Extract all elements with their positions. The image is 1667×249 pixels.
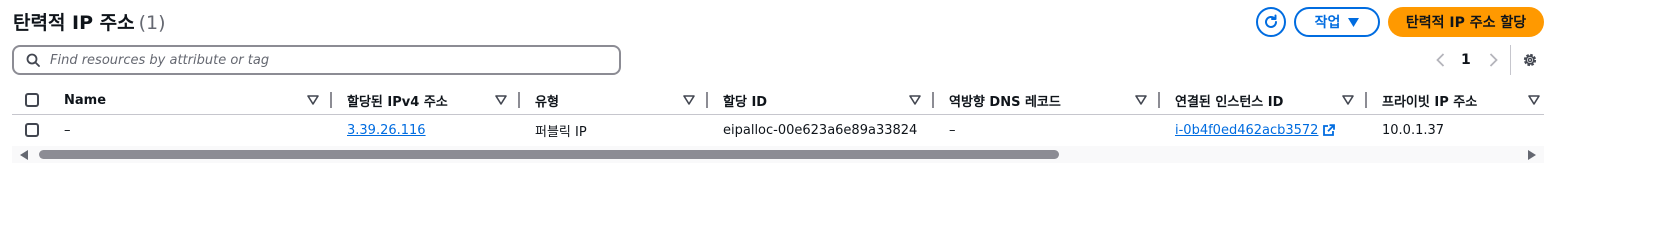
- cell-reverse-dns: –: [949, 122, 956, 138]
- column-resize-handle[interactable]: [518, 92, 520, 108]
- gear-icon[interactable]: [1521, 51, 1539, 69]
- horizontal-scrollbar[interactable]: [12, 146, 1544, 163]
- instance-id-link[interactable]: i-0b4f0ed462acb3572: [1175, 123, 1318, 138]
- page-title: 탄력적 IP 주소 (1): [13, 8, 166, 35]
- actions-dropdown-button[interactable]: 작업: [1294, 7, 1380, 37]
- column-resize-handle[interactable]: [706, 92, 708, 108]
- table-header-row: Name 할당된 IPv4 주소 유형 할당 ID 역방향 DNS 레코드 연결…: [12, 87, 1544, 115]
- sort-caret-icon[interactable]: [1528, 95, 1540, 105]
- sort-caret-icon[interactable]: [1135, 95, 1147, 105]
- refresh-icon: [1265, 14, 1277, 28]
- row-select-checkbox[interactable]: [25, 123, 39, 137]
- cell-allocation-id: eipalloc-00e623a6e89a33824: [723, 122, 918, 138]
- column-resize-handle[interactable]: [1365, 92, 1367, 108]
- cell-private-ip: 10.0.1.37: [1382, 122, 1445, 138]
- sort-caret-icon[interactable]: [909, 95, 921, 105]
- caret-down-icon: [1348, 17, 1360, 27]
- refresh-button[interactable]: [1256, 7, 1286, 37]
- search-field[interactable]: [12, 45, 621, 75]
- sort-caret-icon[interactable]: [307, 95, 319, 105]
- column-header-reverse-dns[interactable]: 역방향 DNS 레코드: [949, 87, 1061, 114]
- search-icon: [26, 53, 40, 67]
- resource-count: (1): [138, 12, 166, 34]
- previous-page-button[interactable]: [1433, 50, 1447, 70]
- select-all-checkbox[interactable]: [25, 93, 39, 107]
- scrollbar-thumb[interactable]: [39, 150, 1059, 159]
- chevron-left-icon: [1435, 53, 1444, 67]
- actions-label: 작업: [1314, 15, 1341, 31]
- next-page-button[interactable]: [1486, 50, 1500, 70]
- column-header-name[interactable]: Name: [64, 87, 106, 114]
- column-header-type[interactable]: 유형: [535, 87, 559, 114]
- column-resize-handle[interactable]: [330, 92, 332, 108]
- allocate-elastic-ip-button[interactable]: 탄력적 IP 주소 할당: [1388, 7, 1544, 37]
- column-resize-handle[interactable]: [932, 92, 934, 108]
- sort-caret-icon[interactable]: [683, 95, 695, 105]
- chevron-right-icon: [1489, 53, 1498, 67]
- column-header-instance-id[interactable]: 연결된 인스턴스 ID: [1175, 87, 1283, 114]
- current-page-number[interactable]: 1: [1461, 50, 1471, 70]
- cell-instance-id: i-0b4f0ed462acb3572: [1175, 116, 1336, 144]
- search-input[interactable]: [48, 51, 592, 69]
- column-header-allocation-id[interactable]: 할당 ID: [723, 87, 767, 114]
- sort-caret-icon[interactable]: [1342, 95, 1354, 105]
- cell-name: –: [64, 122, 71, 138]
- external-link-icon[interactable]: [1322, 123, 1336, 137]
- column-header-private-ip[interactable]: 프라이빗 IP 주소: [1382, 87, 1477, 114]
- sort-caret-icon[interactable]: [495, 95, 507, 105]
- cell-ipv4-link[interactable]: 3.39.26.116: [347, 116, 426, 144]
- cell-type: 퍼블릭 IP: [535, 124, 587, 140]
- pagination-divider: [1510, 45, 1511, 75]
- scroll-right-arrow-icon[interactable]: [1528, 150, 1536, 160]
- page-title-text: 탄력적 IP 주소: [13, 12, 135, 34]
- column-header-ipv4[interactable]: 할당된 IPv4 주소: [347, 87, 448, 114]
- scroll-left-arrow-icon[interactable]: [20, 150, 28, 160]
- table-row[interactable]: – 3.39.26.116 퍼블릭 IP eipalloc-00e623a6e8…: [12, 116, 1544, 144]
- column-resize-handle[interactable]: [1158, 92, 1160, 108]
